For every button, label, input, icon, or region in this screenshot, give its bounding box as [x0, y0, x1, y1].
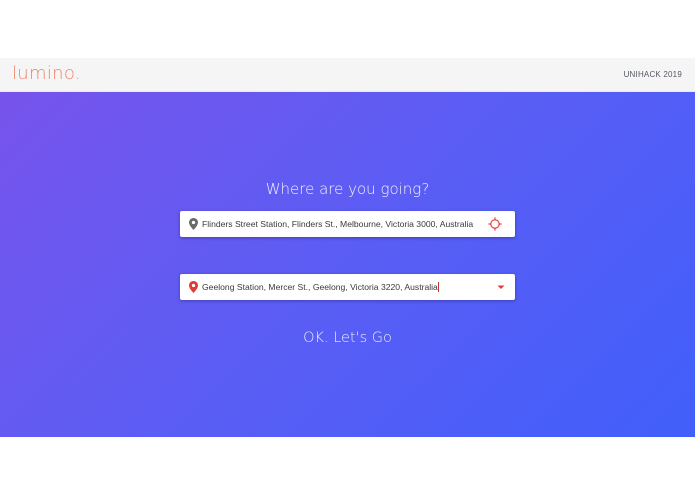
- hero-section: Where are you going? Flinders Street Sta…: [0, 92, 695, 437]
- origin-input[interactable]: Flinders Street Station, Flinders St., M…: [202, 219, 481, 229]
- location-pin-icon: [189, 281, 198, 293]
- event-label: UNIHACK 2019: [623, 70, 682, 79]
- origin-value: Flinders Street Station, Flinders St., M…: [202, 219, 474, 229]
- text-caret: [437, 282, 439, 292]
- top-margin: [0, 0, 695, 58]
- destination-input[interactable]: Geelong Station, Mercer St., Geelong, Vi…: [202, 282, 481, 292]
- navbar: lumino. UNIHACK 2019: [0, 58, 695, 92]
- destination-value: Geelong Station, Mercer St., Geelong, Vi…: [202, 282, 438, 292]
- go-button[interactable]: OK. Let's Go: [0, 330, 695, 346]
- crosshair-locate-icon[interactable]: [488, 217, 502, 231]
- brand-logo[interactable]: lumino.: [12, 63, 81, 84]
- page-title: Where are you going?: [265, 180, 430, 198]
- destination-field[interactable]: Geelong Station, Mercer St., Geelong, Vi…: [180, 274, 515, 300]
- dropdown-arrow-icon[interactable]: [496, 283, 506, 291]
- bottom-margin: [0, 437, 695, 494]
- origin-field[interactable]: Flinders Street Station, Flinders St., M…: [180, 211, 515, 237]
- location-pin-icon: [189, 218, 198, 230]
